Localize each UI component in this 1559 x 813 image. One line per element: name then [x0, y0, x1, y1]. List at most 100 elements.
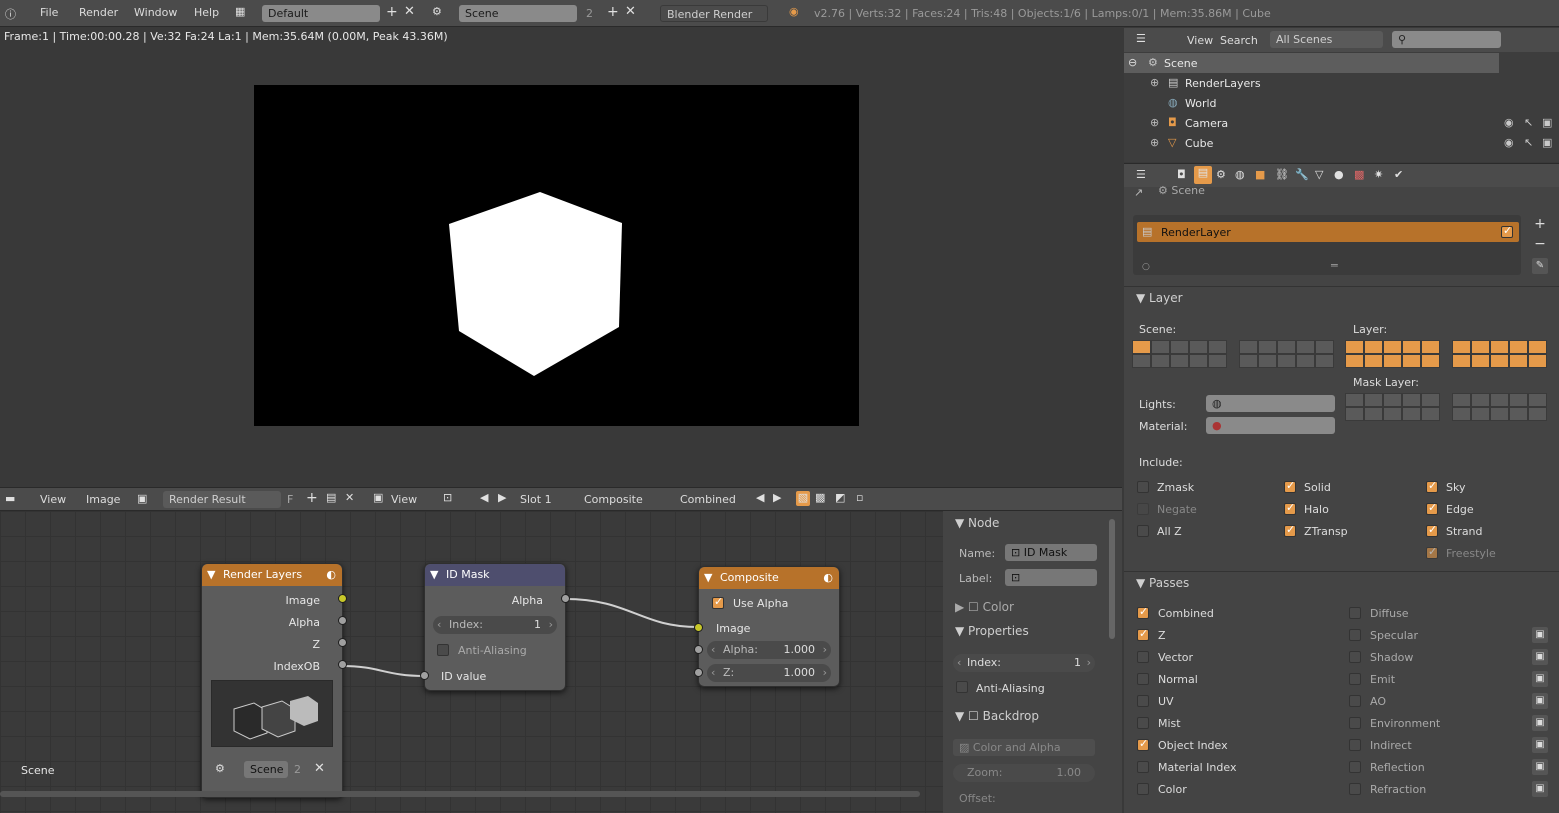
include-freestyle-checkbox[interactable]: [1426, 545, 1438, 559]
view-mode-icon[interactable]: ▣: [373, 491, 383, 504]
pass-normal-checkbox[interactable]: [1137, 673, 1149, 685]
include-negate-checkbox[interactable]: [1137, 503, 1149, 515]
outliner-item-scene[interactable]: ⊖ ⚙ Scene: [1124, 53, 1499, 73]
socket-z[interactable]: [338, 638, 347, 647]
include-solid-checkbox[interactable]: [1284, 479, 1296, 493]
index-slider[interactable]: ‹ Index: 1 ›: [433, 616, 557, 634]
camera-eye-icon[interactable]: ◉: [1504, 116, 1514, 129]
include-ztransp-checkbox[interactable]: [1284, 523, 1296, 537]
pass-z-checkbox[interactable]: [1137, 627, 1149, 641]
pass-environment-checkbox[interactable]: [1349, 717, 1361, 729]
data-tab-icon[interactable]: ▽: [1315, 168, 1323, 181]
include-strand-checkbox[interactable]: [1426, 523, 1438, 537]
info-icon[interactable]: ⓘ: [5, 6, 16, 22]
composite-node[interactable]: ▼ Composite ◐ Use Alpha Image ‹ Alpha: 1…: [694, 566, 840, 687]
render-layers-header[interactable]: ▼ Render Layers ◐: [202, 564, 342, 586]
npanel-antialias-checkbox[interactable]: [956, 681, 968, 693]
render-layers-tab-icon[interactable]: ▤: [1194, 166, 1212, 184]
node-name-field[interactable]: ⊡ ID Mask: [1005, 544, 1097, 561]
composite-header[interactable]: ▼ Composite ◐: [699, 567, 839, 589]
fake-user-button[interactable]: F: [287, 493, 293, 506]
include-all-z-checkbox[interactable]: [1137, 525, 1149, 537]
npanel-scrollbar[interactable]: [1109, 519, 1115, 639]
pass-ao-checkbox[interactable]: [1349, 695, 1361, 707]
render-icon[interactable]: ◐: [823, 567, 833, 589]
slot-select[interactable]: Slot 1: [520, 493, 552, 506]
add-layer-button[interactable]: +: [1532, 216, 1548, 232]
outliner-item-camera[interactable]: ⊕ ◘ Camera: [1124, 113, 1499, 133]
physics-tab-icon[interactable]: ✔: [1394, 168, 1403, 181]
view-mode-select[interactable]: View: [391, 493, 417, 506]
unlink-image-icon[interactable]: ✕: [345, 491, 354, 504]
cube-select-icon[interactable]: ↖: [1524, 136, 1533, 149]
menu-image[interactable]: Image: [86, 493, 120, 506]
include-halo-checkbox[interactable]: [1284, 501, 1296, 515]
red-channel-icon[interactable]: ▫: [856, 491, 863, 504]
add-layout-icon[interactable]: +: [386, 4, 398, 20]
menu-view[interactable]: View: [40, 493, 66, 506]
slot-prev-icon[interactable]: ◀: [480, 491, 488, 504]
node-scene-close-icon[interactable]: ✕: [314, 761, 325, 776]
editor-type-icon[interactable]: ▬: [5, 492, 15, 505]
passes-panel-header[interactable]: ▼ Passes: [1136, 576, 1189, 590]
particles-tab-icon[interactable]: ✷: [1374, 168, 1383, 181]
node-label-field[interactable]: ⊡: [1005, 569, 1097, 586]
include-zmask-checkbox[interactable]: [1137, 481, 1149, 493]
pass-mist-checkbox[interactable]: [1137, 717, 1149, 729]
collapse-icon[interactable]: ▼: [430, 564, 438, 586]
image-browse-icon[interactable]: ▣: [137, 492, 147, 505]
pass-indirect-exclude-button[interactable]: ▣: [1532, 737, 1548, 753]
outliner-item-world[interactable]: ◍ World: [1124, 93, 1499, 113]
collapse-icon[interactable]: ▼: [704, 567, 712, 589]
render-layer-item[interactable]: ▤ RenderLayer: [1137, 222, 1519, 242]
pass-emit-exclude-button[interactable]: ▣: [1532, 671, 1548, 687]
pass-combined-checkbox[interactable]: [1137, 605, 1149, 619]
pass-specular-exclude-button[interactable]: ▣: [1532, 627, 1548, 643]
backdrop-section-header[interactable]: ▼ ☐ Backdrop: [955, 709, 1039, 723]
menu-render[interactable]: Render: [79, 6, 118, 19]
zoom-slider[interactable]: Zoom: 1.00: [953, 764, 1095, 782]
camera-select-icon[interactable]: ↖: [1524, 116, 1533, 129]
pin-icon[interactable]: ↗: [1134, 186, 1143, 199]
world-tab-icon[interactable]: ◍: [1235, 168, 1245, 181]
alpha-slider[interactable]: ‹ Alpha: 1.000 ›: [707, 641, 831, 659]
z-buffer-icon[interactable]: ◩: [835, 491, 845, 504]
render-layer-enable-checkbox[interactable]: [1501, 224, 1513, 238]
material-field[interactable]: ●: [1206, 417, 1335, 434]
cube-eye-icon[interactable]: ◉: [1504, 136, 1514, 149]
pass-shadow-exclude-button[interactable]: ▣: [1532, 649, 1548, 665]
render-layer-list[interactable]: ▤ RenderLayer ○ ═: [1133, 215, 1521, 275]
outliner-search-menu[interactable]: Search: [1220, 34, 1258, 47]
pin-layer-button[interactable]: ✎: [1532, 258, 1548, 274]
pass-refraction-checkbox[interactable]: [1349, 783, 1361, 795]
npanel-index-slider[interactable]: ‹ Index: 1 ›: [953, 654, 1095, 672]
pass-ao-exclude-button[interactable]: ▣: [1532, 693, 1548, 709]
include-sky-checkbox[interactable]: [1426, 479, 1438, 493]
render-layers-node[interactable]: ▼ Render Layers ◐ Image Alpha Z IndexOB …: [201, 563, 347, 798]
layout-icon[interactable]: ▦: [235, 5, 245, 18]
pass-shadow-checkbox[interactable]: [1349, 651, 1361, 663]
node-editor[interactable]: ▼ Render Layers ◐ Image Alpha Z IndexOB …: [0, 511, 943, 813]
open-image-icon[interactable]: ▤: [326, 491, 336, 504]
render-engine-select[interactable]: Blender Render: [660, 5, 768, 22]
scene-browse-icon[interactable]: ⚙: [215, 762, 225, 775]
node-section-header[interactable]: ▼ Node: [955, 516, 999, 530]
scene-tab-icon[interactable]: ⚙: [1216, 168, 1226, 181]
socket-alpha[interactable]: [338, 616, 347, 625]
pass-indirect-checkbox[interactable]: [1349, 739, 1361, 751]
socket-alpha-in[interactable]: [694, 645, 703, 654]
display-mode-select[interactable]: All Scenes: [1270, 31, 1383, 48]
close-scene-icon[interactable]: ✕: [625, 4, 636, 19]
layer-grid-2[interactable]: [1452, 340, 1550, 368]
image-name-field[interactable]: Render Result: [163, 491, 281, 508]
slot-next-icon[interactable]: ▶: [498, 491, 506, 504]
menu-window[interactable]: Window: [134, 6, 177, 19]
pass-object-index-checkbox[interactable]: [1137, 737, 1149, 751]
use-alpha-checkbox[interactable]: [712, 595, 724, 609]
color-section-header[interactable]: ▶ ☐ Color: [955, 600, 1014, 614]
pass-reflection-exclude-button[interactable]: ▣: [1532, 759, 1548, 775]
alpha-icon[interactable]: ▩: [815, 491, 825, 504]
draw-channels-icon[interactable]: ▧: [796, 491, 810, 506]
properties-section-header[interactable]: ▼ Properties: [955, 624, 1029, 638]
pass-uv-checkbox[interactable]: [1137, 695, 1149, 707]
